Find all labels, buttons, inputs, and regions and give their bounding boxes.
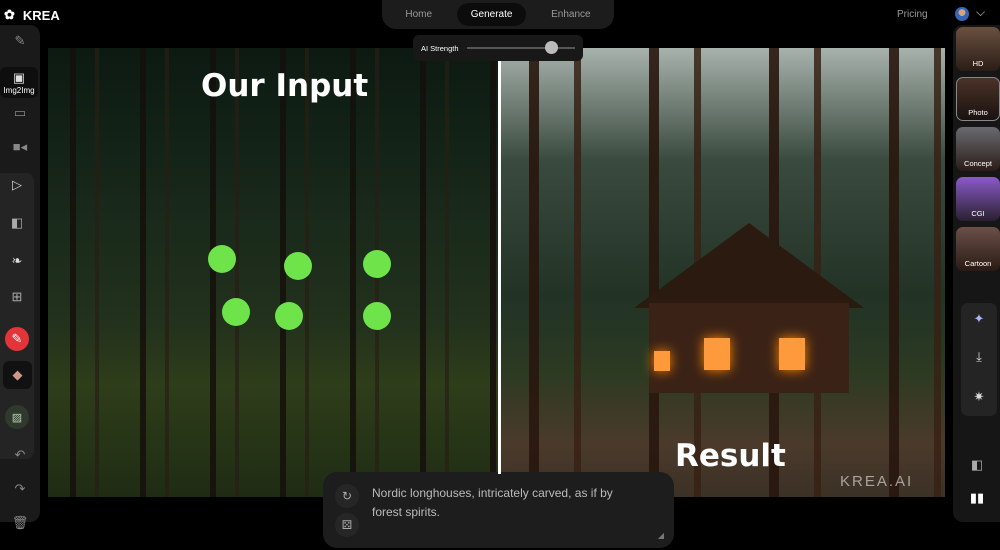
style-photo[interactable]: Photo: [956, 77, 1000, 121]
image-icon: ▣: [12, 70, 26, 85]
pointer-icon[interactable]: ▷: [0, 177, 34, 193]
style-concept[interactable]: Concept: [956, 127, 1000, 171]
upscale-icon[interactable]: ✷: [961, 389, 997, 405]
layers-icon[interactable]: ◧: [0, 215, 34, 231]
input-image: [48, 48, 499, 497]
compare-divider[interactable]: [498, 55, 501, 474]
trash-icon[interactable]: 🗑: [0, 515, 40, 531]
input-dot: [363, 302, 391, 330]
text-to-image-icon[interactable]: ✎: [0, 33, 40, 49]
dice-icon[interactable]: ⚄: [335, 513, 359, 537]
input-dot: [208, 245, 236, 273]
ai-strength-control: AI Strength: [413, 35, 583, 61]
ai-strength-slider[interactable]: [466, 41, 575, 54]
canvas[interactable]: [48, 48, 945, 497]
result-image: [499, 48, 945, 497]
left-sidebar: ✎ ▣ Img2Img ▭ ■◂ ▷ ◧ ❧ ⊞ ✎ ◆ ▨ ↶ ↷ 🗑: [0, 25, 40, 530]
style-hd[interactable]: HD: [956, 27, 1000, 71]
logo[interactable]: ✿ KREA: [4, 7, 60, 23]
feather-brush-icon[interactable]: ❧: [0, 253, 34, 269]
cabin: [634, 223, 864, 393]
download-icon[interactable]: ⤓: [961, 349, 997, 365]
style-cgi[interactable]: CGI: [956, 177, 1000, 221]
top-nav: Home Generate Enhance: [382, 0, 614, 29]
split-view-icon[interactable]: ▮▮: [957, 490, 997, 506]
video-camera-icon[interactable]: ■◂: [0, 139, 40, 155]
result-label: Result: [675, 438, 786, 474]
style-cartoon[interactable]: Cartoon: [956, 227, 1000, 271]
action-panel: ✦ ⤓ ✷: [961, 303, 997, 416]
input-dot: [222, 298, 250, 326]
sparkles-icon[interactable]: ✦: [961, 311, 997, 327]
screen-icon[interactable]: ▭: [0, 105, 40, 121]
layers-icon[interactable]: ◧: [957, 457, 997, 473]
tab-home[interactable]: Home: [391, 3, 446, 26]
watermark: KREA.AI: [840, 473, 914, 490]
input-label: Our Input: [201, 68, 369, 104]
add-image-icon[interactable]: ⊞: [0, 289, 34, 305]
tab-generate[interactable]: Generate: [456, 3, 527, 26]
input-dot: [284, 252, 312, 280]
undo-icon[interactable]: ↶: [0, 447, 40, 463]
input-dot: [363, 250, 391, 278]
pricing-link[interactable]: Pricing: [897, 9, 928, 20]
tool-panel: ▷ ◧ ❧ ⊞ ✎ ◆ ▨: [0, 173, 34, 459]
right-sidebar: HD Photo Concept CGI Cartoon ✦ ⤓ ✷ ◧ ▮▮: [953, 25, 1000, 522]
refresh-icon[interactable]: ↻: [335, 484, 359, 508]
tab-enhance[interactable]: Enhance: [537, 3, 604, 26]
resize-handle-icon[interactable]: ◢: [658, 531, 664, 540]
input-dot: [275, 302, 303, 330]
krea-logo-icon: ✿: [4, 7, 15, 22]
prompt-box: ↻ ⚄ Nordic longhouses, intricately carve…: [323, 472, 674, 548]
slider-knob[interactable]: [545, 41, 559, 54]
pencil-icon[interactable]: ✎: [5, 327, 29, 351]
chevron-down-icon[interactable]: ⌵: [976, 5, 985, 20]
background-image-icon[interactable]: ▨: [5, 405, 29, 429]
eraser-icon[interactable]: ◆: [3, 361, 32, 389]
avatar[interactable]: [955, 7, 969, 21]
ai-strength-label: AI Strength: [421, 43, 459, 53]
sidebar-item-img2img[interactable]: ▣ Img2Img: [0, 67, 38, 98]
prompt-input[interactable]: Nordic longhouses, intricately carved, a…: [372, 484, 642, 522]
redo-icon[interactable]: ↷: [0, 481, 40, 497]
